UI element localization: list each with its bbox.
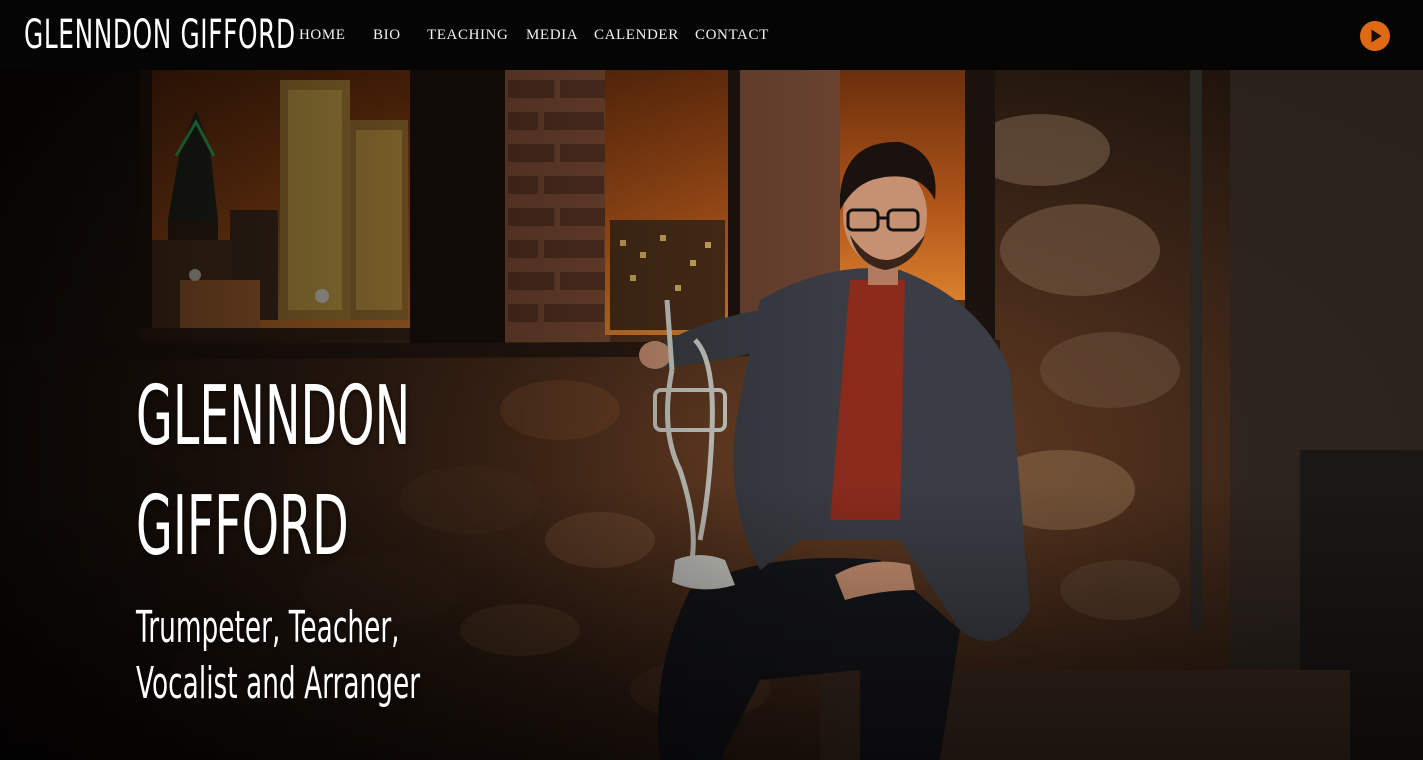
play-icon <box>1371 29 1382 43</box>
hero-name-line2: GIFFORD <box>136 479 349 574</box>
nav-teaching[interactable]: TEACHING <box>427 0 508 70</box>
nav-bio[interactable]: BIO <box>373 0 401 70</box>
nav-home[interactable]: HOME <box>299 0 346 70</box>
page: GLENNDON GIFFORD HOME BIO TEACHING MEDIA… <box>0 0 1423 760</box>
nav-calender[interactable]: CALENDER <box>594 0 679 70</box>
site-header: GLENNDON GIFFORD HOME BIO TEACHING MEDIA… <box>0 0 1423 70</box>
site-title-link[interactable]: GLENNDON GIFFORD <box>24 6 296 64</box>
audio-play-button[interactable] <box>1360 21 1390 51</box>
hero-name-line1: GLENNDON <box>136 369 411 464</box>
hero-section: GLENNDON GIFFORD Trumpeter, Teacher, Voc… <box>0 70 1423 760</box>
nav-contact[interactable]: CONTACT <box>695 0 769 70</box>
hero-tagline-line2: Vocalist and Arranger <box>136 658 421 709</box>
hero-tagline-line1: Trumpeter, Teacher, <box>136 602 400 653</box>
nav-media[interactable]: MEDIA <box>526 0 578 70</box>
hero-tagline: Trumpeter, Teacher, Vocalist and Arrange… <box>136 600 420 712</box>
hero-name: GLENNDON GIFFORD <box>136 362 410 582</box>
